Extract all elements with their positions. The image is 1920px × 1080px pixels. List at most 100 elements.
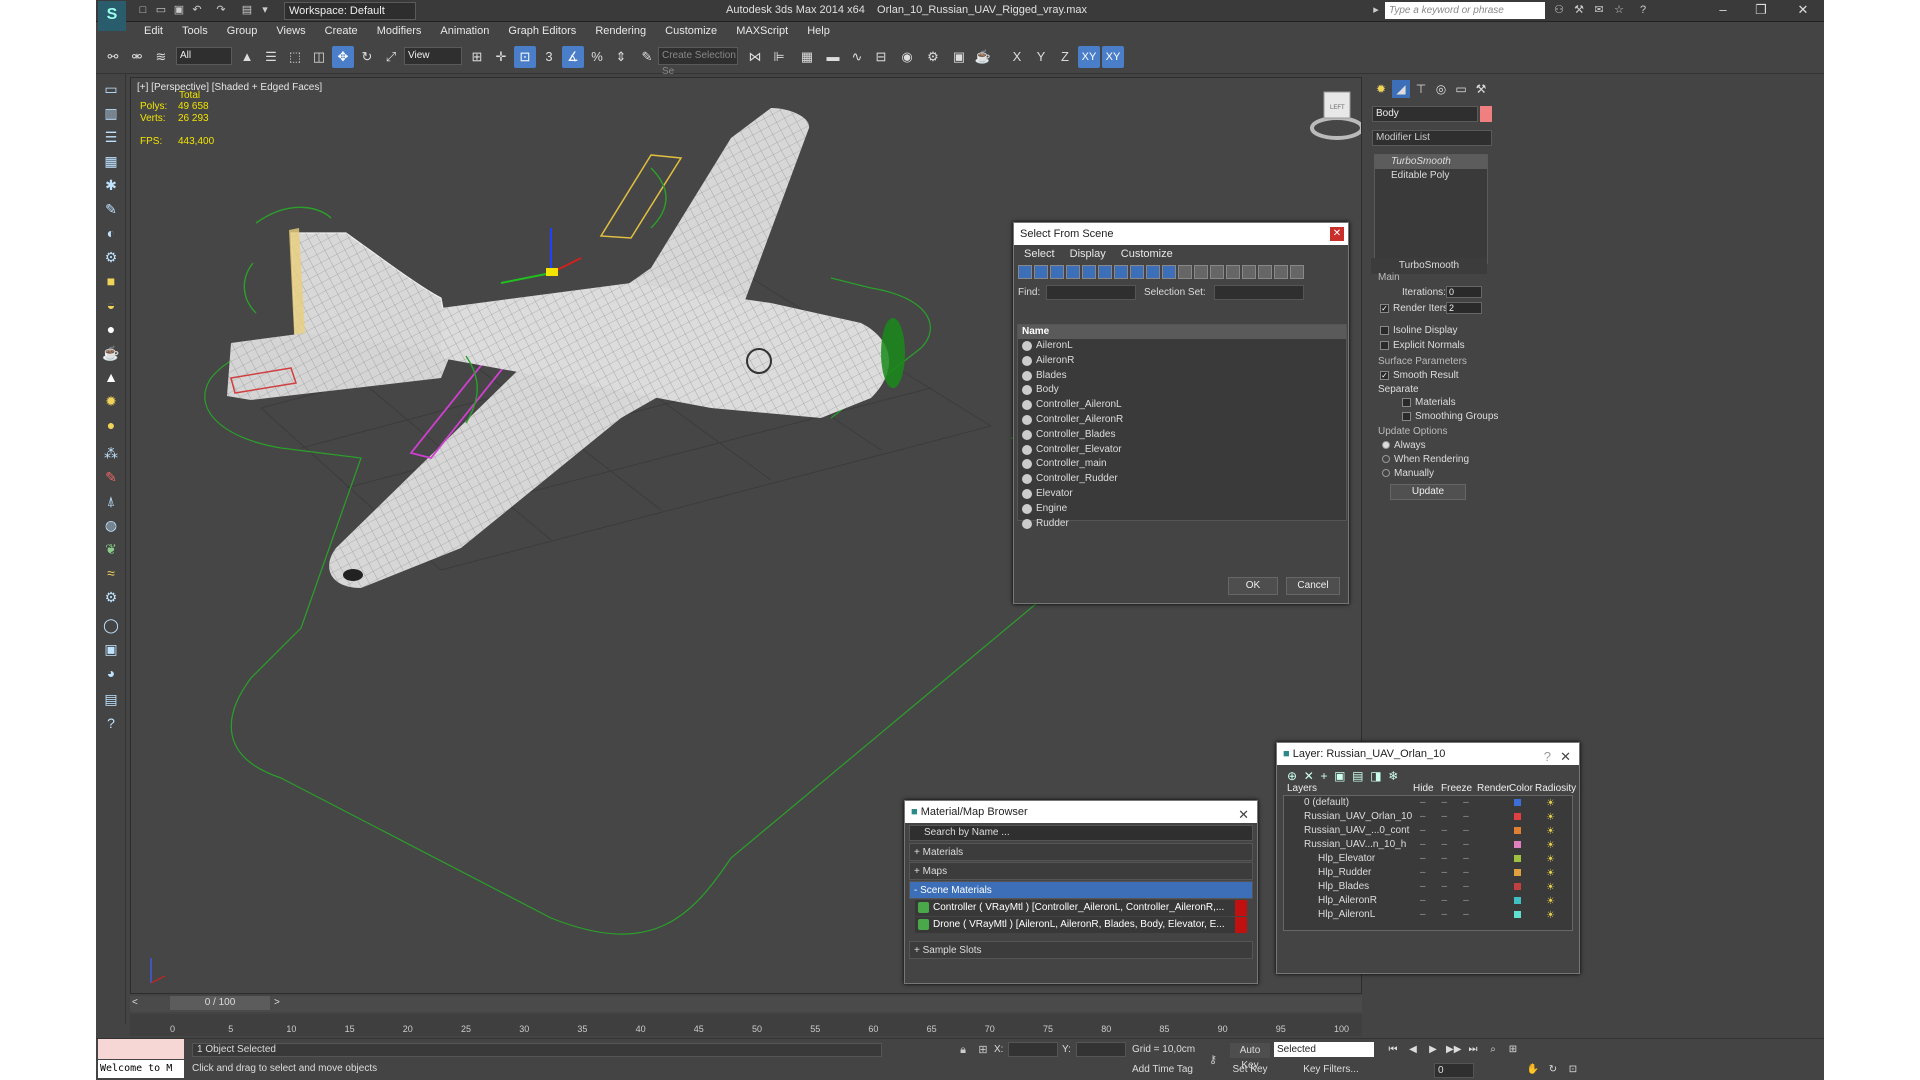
list-item[interactable]: Elevator (1018, 487, 1346, 502)
col-color[interactable]: Color (1509, 783, 1533, 794)
layer-toggles[interactable]: ––– (1420, 824, 1485, 838)
axis-x-button[interactable]: X (1006, 46, 1028, 68)
filter-containers-icon[interactable] (1162, 265, 1176, 279)
prev-frame-icon[interactable]: < (132, 997, 138, 1008)
layer-toggles[interactable]: ––– (1420, 838, 1485, 852)
layer-row[interactable]: Hlp_AileronL ––– ☀ (1284, 908, 1572, 922)
help-icon[interactable]: ? (1636, 3, 1650, 17)
key-icon[interactable]: ⚷ (1206, 1053, 1220, 1067)
stack-item-editable-poly[interactable]: Editable Poly (1375, 169, 1487, 183)
layer-color-swatch[interactable] (1514, 883, 1521, 890)
selection-set-dropdown[interactable] (1214, 285, 1304, 300)
sfs-menu-display[interactable]: Display (1070, 248, 1106, 260)
hair-icon[interactable]: ≈ (100, 562, 122, 584)
axis-xy-button[interactable]: XY (1078, 46, 1100, 68)
layer-toggles[interactable]: ––– (1420, 852, 1485, 866)
sfs-menu-customize[interactable]: Customize (1121, 248, 1173, 260)
frame-icon[interactable]: ▣ (100, 638, 122, 660)
col-render[interactable]: Render (1477, 783, 1510, 794)
unlink-icon[interactable]: ⚮ (126, 46, 148, 68)
freeze-all-icon[interactable]: ❄ (1388, 769, 1398, 783)
select-rotate-icon[interactable]: ↻ (356, 46, 378, 68)
radiosity-icon[interactable]: ☀ (1546, 797, 1555, 811)
filter-cameras-icon[interactable] (1066, 265, 1080, 279)
teapot-icon[interactable]: ☕ (100, 342, 122, 364)
render-teapot-icon[interactable]: ☕ (972, 46, 994, 68)
redo-icon[interactable]: ↷ (214, 3, 228, 17)
menu-maxscript[interactable]: MAXScript (728, 22, 796, 40)
layer-row[interactable]: Hlp_Blades ––– ☀ (1284, 880, 1572, 894)
menu-animation[interactable]: Animation (432, 22, 497, 40)
layer-color-swatch[interactable] (1514, 841, 1521, 848)
layer-row[interactable]: Russian_UAV_Orlan_10 ––– ☀ (1284, 810, 1572, 824)
world-icon[interactable]: ◕ (100, 662, 122, 684)
display-tab-icon[interactable]: ▭ (1452, 80, 1470, 98)
maxscript-mini-listener[interactable]: Welcome to M (98, 1060, 184, 1078)
search-arrow-icon[interactable]: ▸ (1369, 3, 1383, 17)
list-icon[interactable]: ☰ (100, 126, 122, 148)
always-radio[interactable]: Always (1382, 440, 1426, 451)
orbit-icon[interactable]: ↻ (1546, 1063, 1560, 1077)
graphite-ribbon-icon[interactable]: ▬ (822, 46, 844, 68)
col-radiosity[interactable]: Radiosity (1535, 783, 1576, 794)
menu-edit[interactable]: Edit (136, 22, 171, 40)
material-editor-icon[interactable]: ◉ (896, 46, 918, 68)
list-item[interactable]: Body (1018, 383, 1346, 398)
favorites-star-icon[interactable]: ☆ (1612, 3, 1626, 17)
layer-row[interactable]: Hlp_Elevator ––– ☀ (1284, 852, 1572, 866)
add-time-tag[interactable]: Add Time Tag (1132, 1064, 1193, 1075)
layer-toggles[interactable]: ––– (1420, 908, 1485, 922)
radiosity-icon[interactable]: ☀ (1546, 853, 1555, 867)
next-frame-icon[interactable]: > (274, 997, 280, 1008)
prev-key-icon[interactable]: ◀ (1406, 1043, 1420, 1057)
select-scale-icon[interactable]: ⤢ (380, 46, 402, 68)
undo-icon[interactable]: ↶ (190, 3, 204, 17)
filter-helpers-icon[interactable] (1082, 265, 1096, 279)
delete-layer-icon[interactable]: ✕ (1304, 769, 1314, 783)
object-name-field[interactable]: Body (1372, 106, 1478, 122)
curve-editor-icon[interactable]: ∿ (846, 46, 868, 68)
list-item[interactable]: Controller_Blades (1018, 428, 1346, 443)
tripod-icon[interactable]: ⍋ (100, 490, 122, 512)
time-slider[interactable]: < 0 / 100 > (130, 996, 1362, 1012)
iterations-spinner[interactable]: 0 (1446, 286, 1482, 298)
grid-icon[interactable]: ▦ (100, 150, 122, 172)
minimize-button[interactable]: – (1706, 0, 1740, 20)
helpers-icon[interactable]: ⚙ (100, 246, 122, 268)
zoom-icon[interactable]: ⌕ (1486, 1043, 1500, 1057)
layer-help-icon[interactable]: ? (1544, 746, 1551, 768)
col-hide[interactable]: Hide (1413, 783, 1434, 794)
menu-group[interactable]: Group (219, 22, 266, 40)
select-none-icon[interactable] (1226, 265, 1240, 279)
separate-smoothing-checkbox[interactable]: Smoothing Groups (1402, 411, 1498, 422)
hemisphere-icon[interactable]: ◒ (100, 294, 122, 316)
list-item[interactable]: Controller_Rudder (1018, 472, 1346, 487)
radiosity-icon[interactable]: ☀ (1546, 909, 1555, 923)
mirror-icon[interactable]: ⋈ (744, 46, 766, 68)
sphere-primitive-icon[interactable]: ◯ (100, 614, 122, 636)
subscription-icon[interactable]: ⚒ (1572, 3, 1586, 17)
layer-color-swatch[interactable] (1514, 869, 1521, 876)
utilities-tab-icon[interactable]: ⚒ (1472, 80, 1490, 98)
mb-close-icon[interactable]: ✕ (1238, 804, 1249, 826)
menu-graph-editors[interactable]: Graph Editors (500, 22, 584, 40)
angle-snap-icon[interactable]: ∡ (562, 46, 584, 68)
name-column-header[interactable]: Name (1018, 325, 1346, 339)
keyboard-shortcut-override-icon[interactable]: ⊡ (514, 46, 536, 68)
maxscript-listener[interactable] (98, 1039, 184, 1059)
display-influences-icon[interactable] (1274, 265, 1288, 279)
object-color-swatch[interactable] (1480, 106, 1492, 122)
filter-geometry-icon[interactable] (1018, 265, 1032, 279)
sphere-icon[interactable]: ● (100, 318, 122, 340)
select-in-layer-icon[interactable]: ▣ (1334, 769, 1345, 783)
sfs-menu-select[interactable]: Select (1024, 248, 1055, 260)
align-icon[interactable]: ⊫ (768, 46, 790, 68)
spinner-snap-icon[interactable]: ⇕ (610, 46, 632, 68)
new-file-icon[interactable]: □ (136, 3, 150, 17)
filter-frozen-icon[interactable] (1178, 265, 1192, 279)
auto-key-button[interactable]: Auto Key (1230, 1043, 1270, 1071)
goto-end-icon[interactable]: ⏭ (1466, 1043, 1480, 1057)
layer-toggles[interactable]: ––– (1420, 880, 1485, 894)
list-item[interactable]: Blades (1018, 369, 1346, 384)
stack-item-turbosmooth[interactable]: TurboSmooth (1375, 155, 1487, 169)
